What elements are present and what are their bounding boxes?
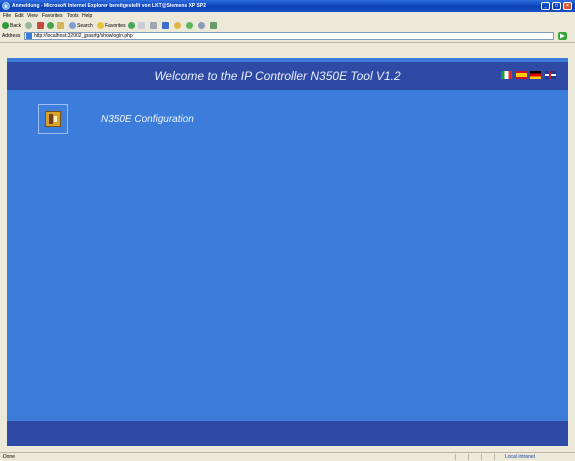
research-icon [198, 22, 205, 30]
messenger-button[interactable] [186, 22, 194, 30]
welcome-heading: Welcome to the IP Controller N350E Tool … [154, 69, 401, 83]
discuss-button[interactable] [174, 22, 182, 30]
refresh-button[interactable] [47, 22, 55, 30]
page-icon [26, 33, 32, 39]
flag-spain-icon[interactable] [515, 71, 527, 79]
star-icon [97, 22, 104, 30]
refresh-icon [47, 22, 54, 30]
stop-button[interactable] [37, 22, 45, 30]
research-button[interactable] [198, 22, 206, 30]
flag-germany-icon[interactable] [530, 71, 542, 79]
address-url: http://localhost:32002_jpasrfg/showlogin… [34, 33, 133, 39]
footer-band [7, 421, 568, 446]
folder-icon [174, 22, 181, 30]
maximize-button[interactable]: □ [552, 2, 561, 10]
window-title: Anmeldung - Microsoft Internet Explorer … [12, 3, 206, 9]
minimize-button[interactable]: _ [541, 2, 550, 10]
status-divider [468, 454, 469, 460]
status-divider [455, 454, 456, 460]
header-band: Welcome to the IP Controller N350E Tool … [7, 62, 568, 90]
address-bar: Address http://localhost:32002_jpasrfg/s… [0, 31, 575, 43]
language-flags [499, 71, 556, 81]
print-icon [150, 22, 157, 30]
forward-arrow-icon [25, 22, 32, 30]
back-arrow-icon [2, 22, 9, 30]
home-button[interactable] [57, 22, 65, 30]
menu-tools[interactable]: Tools [67, 13, 79, 19]
history-icon [128, 22, 135, 30]
go-arrow-icon [560, 33, 565, 39]
search-icon [69, 22, 76, 30]
flag-uk-icon[interactable] [545, 71, 556, 79]
messenger-icon [186, 22, 193, 30]
internet-explorer-icon: e [2, 2, 10, 10]
favorites-button[interactable]: Favorites [97, 22, 126, 30]
configuration-icon [45, 111, 61, 127]
menu-favorites[interactable]: Favorites [42, 13, 63, 19]
stop-icon [37, 22, 44, 30]
edit-button[interactable] [162, 22, 170, 30]
window-titlebar: e Anmeldung - Microsoft Internet Explore… [0, 0, 575, 12]
menu-view[interactable]: View [27, 13, 38, 19]
flag-italy-icon[interactable] [500, 71, 512, 79]
mail-icon [138, 22, 145, 30]
page-viewport: Welcome to the IP Controller N350E Tool … [7, 58, 568, 446]
print-button[interactable] [150, 22, 158, 30]
mail-button[interactable] [138, 22, 146, 30]
status-divider [494, 454, 495, 460]
tools-icon [210, 22, 217, 30]
go-button[interactable] [558, 32, 567, 40]
search-button[interactable]: Search [69, 22, 93, 30]
menu-edit[interactable]: Edit [15, 13, 24, 19]
close-button[interactable]: × [563, 2, 572, 10]
address-label: Address [2, 33, 21, 39]
menu-help[interactable]: Help [82, 13, 92, 19]
tools-button[interactable] [210, 22, 218, 30]
home-icon [57, 22, 64, 30]
history-button[interactable] [128, 22, 136, 30]
menu-file[interactable]: File [3, 13, 11, 19]
edit-icon [162, 22, 169, 30]
status-divider [481, 454, 482, 460]
address-input[interactable]: http://localhost:32002_jpasrfg/showlogin… [24, 32, 554, 40]
configuration-link[interactable]: N350E Configuration [101, 114, 194, 125]
back-button[interactable]: Back [2, 22, 21, 30]
forward-button[interactable] [25, 22, 33, 30]
configuration-button[interactable] [38, 104, 68, 134]
